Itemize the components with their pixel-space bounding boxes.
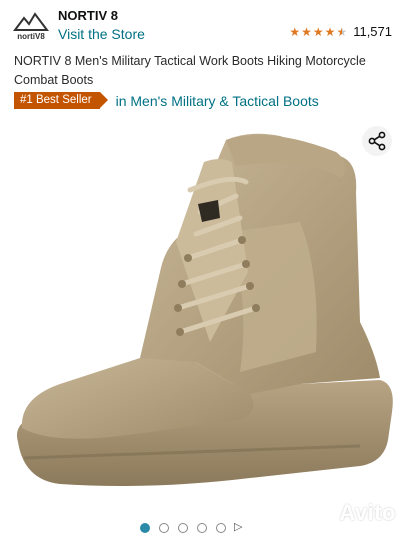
- avito-logo-icon: [311, 503, 332, 523]
- share-button[interactable]: [362, 126, 392, 156]
- brand-name: NORTIV 8: [58, 8, 118, 23]
- visit-store-link[interactable]: Visit the Store: [58, 26, 145, 42]
- star-icon: ★: [324, 24, 336, 39]
- brand-logo[interactable]: nortiV8: [12, 8, 50, 42]
- star-icon: ★: [289, 24, 301, 39]
- category-link[interactable]: in Men's Military & Tactical Boots: [116, 93, 319, 109]
- rating-count[interactable]: 11,571: [353, 24, 392, 39]
- best-seller-row: #1 Best Seller in Men's Military & Tacti…: [14, 92, 319, 109]
- product-image-gallery[interactable]: [0, 122, 406, 517]
- product-image[interactable]: [0, 122, 406, 517]
- gallery-dot[interactable]: [197, 523, 207, 533]
- rating-summary[interactable]: ★ ★ ★ ★ ★ 11,571: [289, 24, 392, 39]
- product-title: NORTIV 8 Men's Military Tactical Work Bo…: [14, 54, 366, 87]
- gallery-dot[interactable]: [140, 523, 150, 533]
- half-star-icon: ★: [336, 24, 348, 39]
- gallery-pagination: [140, 520, 242, 533]
- best-seller-badge[interactable]: #1 Best Seller: [14, 92, 108, 109]
- star-icon: ★: [301, 24, 312, 39]
- watermark-text: Avito: [339, 500, 396, 525]
- share-icon: [368, 131, 386, 151]
- gallery-dot[interactable]: [216, 523, 226, 533]
- star-icon: ★: [312, 24, 324, 39]
- gallery-dot[interactable]: [178, 523, 188, 533]
- store-header: nortiV8 NORTIV 8 Visit the Store ★ ★ ★ ★…: [0, 0, 406, 44]
- brand-logo-text: nortiV8: [17, 32, 45, 41]
- gallery-dot[interactable]: [159, 523, 169, 533]
- play-icon[interactable]: [234, 520, 242, 533]
- watermark: Avito: [309, 500, 396, 526]
- star-rating: ★ ★ ★ ★ ★: [289, 26, 347, 38]
